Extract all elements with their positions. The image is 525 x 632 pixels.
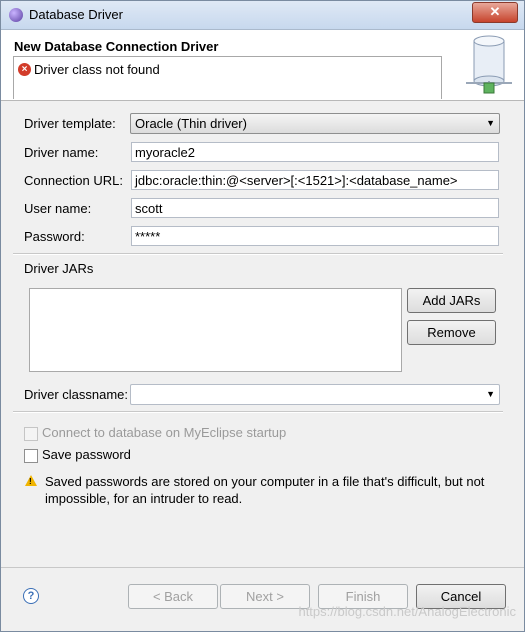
warning-icon-mark: ! [29, 477, 32, 486]
driver-jars-label: Driver JARs [24, 261, 94, 276]
chevron-down-icon: ▼ [486, 118, 495, 128]
connection-url-label: Connection URL: [24, 173, 123, 188]
driver-classname-combo[interactable]: ▼ [130, 384, 500, 405]
driver-jars-list[interactable] [29, 288, 402, 372]
password-warning-text: Saved passwords are stored on your compu… [45, 474, 485, 506]
separator [13, 411, 503, 413]
database-icon [466, 35, 512, 94]
back-button[interactable]: < Back [128, 584, 218, 609]
driver-name-input[interactable]: myoracle2 [131, 142, 499, 162]
remove-jar-button[interactable]: Remove [407, 320, 496, 345]
driver-classname-label: Driver classname: [24, 387, 129, 402]
chevron-down-icon: ▼ [486, 389, 495, 399]
driver-template-select[interactable]: Oracle (Thin driver) ▼ [130, 113, 500, 134]
title-bar: Database Driver ✕ [1, 1, 524, 30]
user-name-label: User name: [24, 201, 92, 216]
footer-separator [1, 567, 524, 568]
connection-url-input[interactable]: jdbc:oracle:thin:@<server>[:<1521>]:<dat… [131, 170, 499, 190]
wizard-banner: New Database Connection Driver × Driver … [1, 30, 524, 101]
watermark-text: https://blog.csdn.net/AnalogElectronic [298, 604, 516, 619]
password-label: Password: [24, 229, 85, 244]
driver-name-label: Driver name: [24, 145, 99, 160]
driver-template-label: Driver template: [24, 116, 116, 131]
add-jars-button[interactable]: Add JARs [407, 288, 496, 313]
connect-on-startup-checkbox[interactable] [24, 427, 38, 441]
separator [13, 253, 503, 255]
close-button[interactable]: ✕ [472, 2, 518, 23]
window-title: Database Driver [29, 7, 123, 22]
driver-template-value: Oracle (Thin driver) [135, 116, 247, 131]
connect-on-startup-label: Connect to database on MyEclipse startup [42, 425, 287, 440]
banner-title: New Database Connection Driver [14, 39, 219, 54]
database-driver-dialog: Database Driver ✕ New Database Connectio… [0, 0, 525, 632]
save-password-label: Save password [42, 447, 131, 462]
help-icon[interactable]: ? [23, 588, 39, 604]
user-name-input[interactable]: scott [131, 198, 499, 218]
error-icon: × [18, 63, 31, 76]
eclipse-app-icon [9, 8, 23, 22]
next-button[interactable]: Next > [220, 584, 310, 609]
error-message: Driver class not found [34, 62, 160, 77]
save-password-checkbox[interactable] [24, 449, 38, 463]
message-area: × Driver class not found [13, 56, 442, 99]
password-input[interactable]: ***** [131, 226, 499, 246]
